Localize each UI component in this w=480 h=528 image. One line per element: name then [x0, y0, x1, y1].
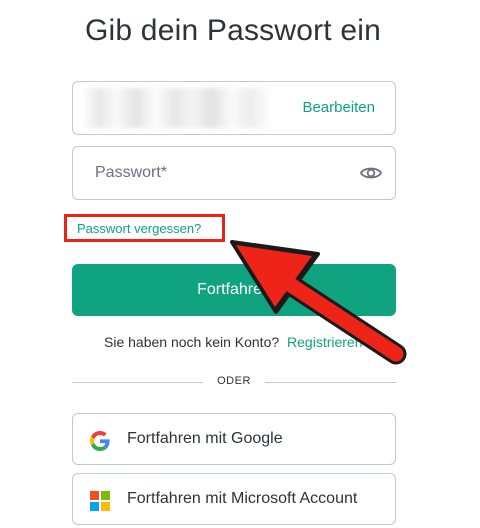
page-title: Gib dein Passwort ein — [84, 14, 381, 47]
microsoft-button-label: Fortfahren mit Microsoft Account — [127, 490, 358, 507]
google-icon — [90, 431, 110, 451]
google-login-button[interactable]: Fortfahren mit Google — [72, 413, 396, 465]
google-button-label: Fortfahren mit Google — [127, 430, 283, 447]
password-field[interactable] — [72, 146, 396, 200]
password-input[interactable] — [95, 147, 345, 199]
microsoft-login-button[interactable]: Fortfahren mit Microsoft Account — [72, 473, 396, 525]
or-divider: ODER — [72, 372, 396, 392]
edit-email-link[interactable]: Bearbeiten — [302, 99, 375, 116]
divider-label: ODER — [217, 375, 251, 387]
divider-line-right — [265, 382, 396, 383]
microsoft-icon — [90, 491, 110, 511]
continue-button-label: Fortfahren — [197, 281, 271, 298]
signup-link[interactable]: Registrieren — [287, 334, 362, 350]
forgot-password-highlight: Passwort vergessen? — [64, 214, 225, 242]
email-field: Bearbeiten — [72, 81, 396, 135]
login-page: Gib dein Passwort ein Bearbeiten Passwor… — [0, 0, 480, 528]
blurred-email-value — [83, 88, 273, 128]
signup-row: Sie haben noch kein Konto? Registrieren — [104, 334, 363, 350]
continue-button[interactable]: Fortfahren — [72, 264, 396, 316]
eye-icon[interactable] — [359, 162, 383, 184]
signup-prompt: Sie haben noch kein Konto? — [104, 334, 280, 350]
forgot-password-link[interactable]: Passwort vergessen? — [77, 221, 201, 236]
